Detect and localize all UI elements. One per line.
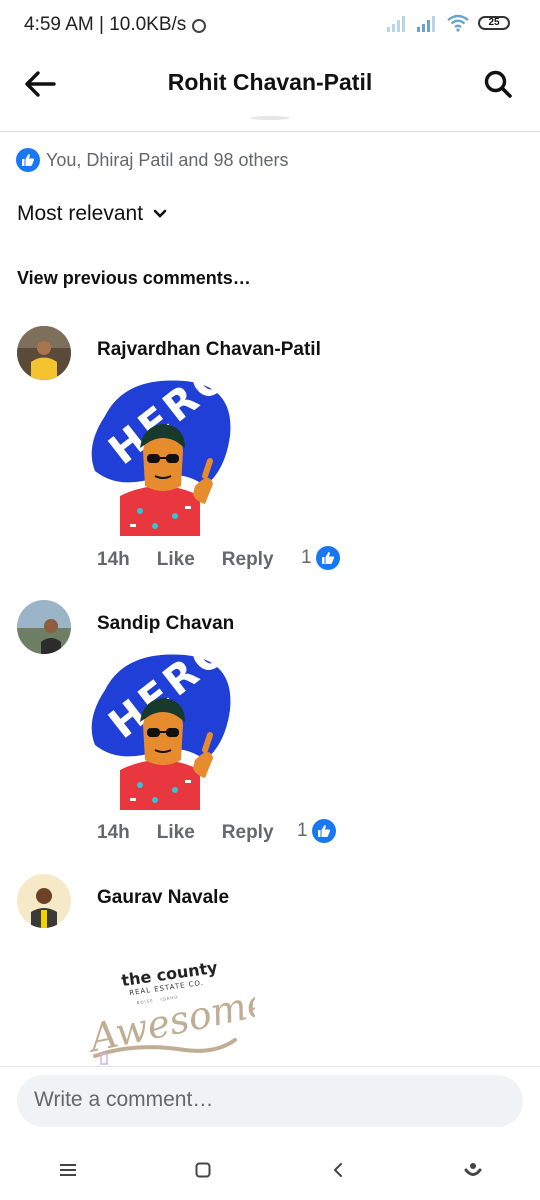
like-button[interactable]: Like [157,549,195,571]
status-bar: 4:59 AM | 10.0KB/s 25 [0,0,540,50]
menu-button[interactable] [48,1150,88,1190]
chevron-down-icon [153,209,167,218]
notification-icon [192,19,207,33]
view-previous-comments-link[interactable]: View previous comments… [17,268,251,289]
comment-time: 14h [97,822,130,843]
menu-icon [59,1164,76,1176]
search-icon [484,70,512,98]
signal-icon [387,16,405,32]
hero-sticker: HERO [85,624,241,815]
hero-sticker: HERO [85,350,241,541]
chevron-left-icon [333,1163,342,1177]
like-reaction-icon [311,819,336,843]
search-button[interactable] [478,64,518,104]
comment-like-count[interactable]: 1 [297,819,336,843]
square-icon [195,1162,210,1178]
page-title: Rohit Chavan-Patil [167,69,373,95]
awesome-sticker: the county REAL ESTATE CO. BOISE · IDAHO… [83,944,288,1071]
system-nav-bar [0,1140,540,1200]
reactions-summary[interactable]: You, Dhiraj Patil and 98 others [16,148,289,172]
wifi-icon [447,14,469,32]
comment-time: 14h [97,549,130,570]
reply-button[interactable]: Reply [222,549,274,571]
home-button[interactable] [183,1150,223,1190]
signal-icon-2 [417,16,435,32]
comment-actions: 14h Like Reply [97,549,301,571]
divider [250,116,290,120]
status-left: 4:59 AM | 10.0KB/s [24,14,207,36]
like-count-number: 1 [301,547,312,568]
comment-author[interactable]: Gaurav Navale [97,887,229,909]
reply-button[interactable]: Reply [222,822,274,844]
status-time-speed: 4:59 AM | 10.0KB/s [24,14,187,35]
avatar[interactable] [17,326,71,380]
comment-like-count[interactable]: 1 [301,546,340,570]
assistant-button[interactable] [453,1150,493,1190]
comment-author[interactable]: Rajvardhan Chavan-Patil [97,339,321,361]
battery-icon: 25 [478,16,510,30]
like-button[interactable]: Like [157,822,195,844]
assistant-icon [464,1163,481,1176]
sort-label: Most relevant [17,202,144,225]
comment-actions: 14h Like Reply [97,822,301,844]
reactions-text: You, Dhiraj Patil and 98 others [46,149,289,170]
comment-composer-bar: Write a comment… [0,1066,540,1136]
comment-input[interactable]: Write a comment… [17,1075,523,1127]
status-right: 25 [386,14,510,32]
avatar[interactable] [17,874,71,928]
like-reaction-icon [315,546,340,570]
back-nav-button[interactable] [318,1150,358,1190]
sort-dropdown[interactable]: Most relevant [17,202,167,226]
like-reaction-icon [16,148,40,172]
like-count-number: 1 [297,820,308,841]
avatar[interactable] [17,600,71,654]
comment-author[interactable]: Sandip Chavan [97,613,234,635]
